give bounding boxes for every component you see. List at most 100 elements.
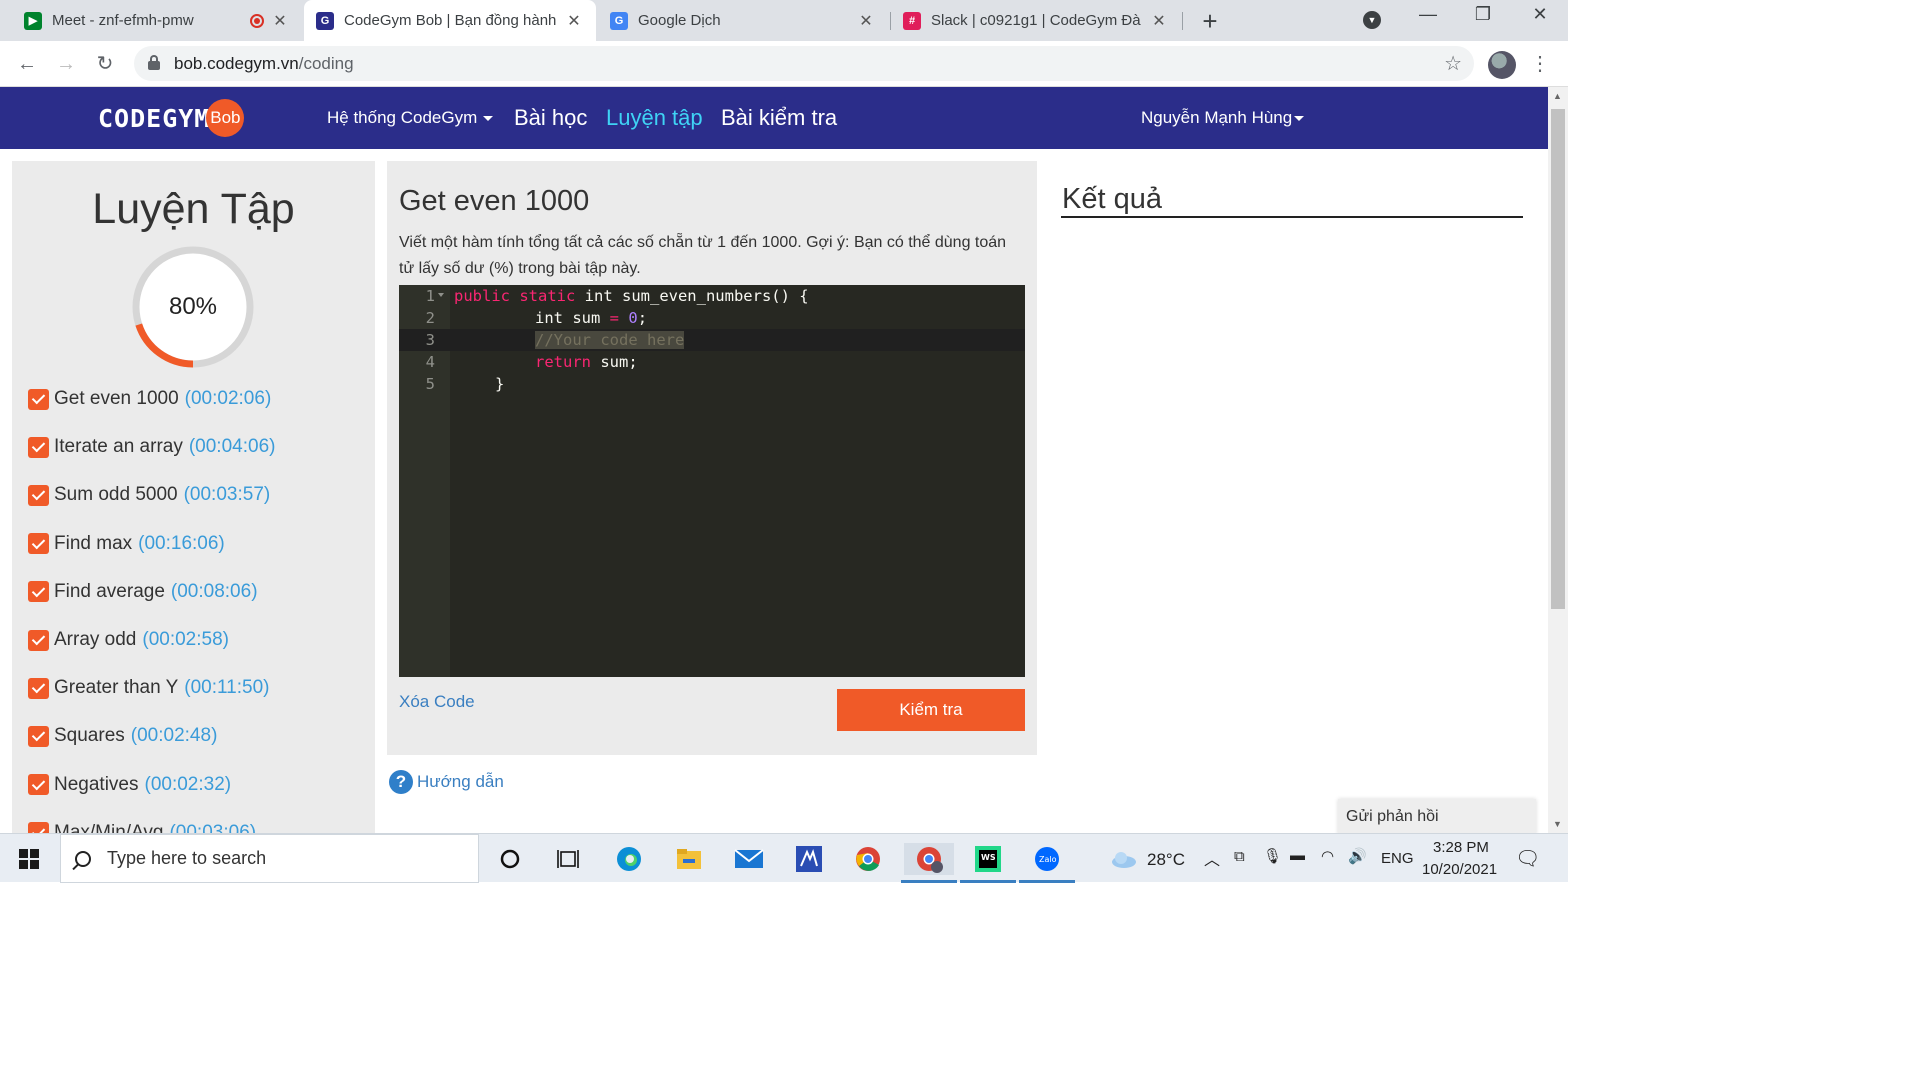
code-editor[interactable]: 1 public static int sum_even_numbers() {…: [399, 285, 1025, 677]
microphone-icon[interactable]: 🎙: [1263, 847, 1282, 865]
caret-down-icon: [1294, 115, 1305, 121]
tab-meet[interactable]: ▶ Meet - znf-efmh-pmw ✕: [12, 0, 302, 41]
exercise-time: (00:02:48): [130, 725, 218, 747]
webstorm-icon[interactable]: WS: [972, 843, 1004, 875]
exercise-item[interactable]: Iterate an array (00:04:06): [28, 423, 368, 471]
exercise-description: Viết một hàm tính tổng tất cả các số chẵ…: [399, 234, 1007, 277]
results-divider: [1061, 216, 1523, 218]
exercise-panel: Get even 1000 Viết một hàm tính tổng tất…: [387, 161, 1037, 755]
nav-lessons[interactable]: Bài học: [514, 87, 587, 149]
slack-icon: #: [903, 11, 921, 30]
site-navbar: CODEGYM Bob Hệ thống CodeGym Bài học Luy…: [0, 87, 1548, 149]
language-indicator[interactable]: ENG: [1381, 850, 1414, 867]
file-explorer-icon[interactable]: [673, 843, 705, 875]
chrome-icon[interactable]: [852, 843, 884, 875]
chrome-profile-icon[interactable]: [904, 843, 954, 875]
reload-icon[interactable]: ↻: [91, 50, 119, 78]
exercise-item[interactable]: Negatives (00:02:32): [28, 761, 368, 809]
exercise-name: Iterate an array: [54, 436, 183, 458]
exercise-item[interactable]: Squares (00:02:48): [28, 712, 368, 760]
exercise-name: Max/Min/Avg: [54, 821, 164, 833]
exercise-time: (00:02:06): [184, 388, 272, 410]
scrollbar-thumb[interactable]: [1551, 109, 1565, 609]
code-line-active[interactable]: 3 //Your code here: [399, 329, 1025, 351]
tab-google-translate[interactable]: G Google Dịch ✕: [598, 0, 888, 41]
exercise-title: Get even 1000: [399, 185, 590, 217]
windows-start-icon[interactable]: [19, 849, 39, 869]
restore-icon[interactable]: ❐: [1463, 4, 1503, 25]
weather-cloud-icon[interactable]: [1108, 843, 1140, 875]
exercise-name: Find max: [54, 532, 133, 554]
tab-search-icon[interactable]: ▼: [1363, 11, 1381, 29]
meet-tray-icon[interactable]: ⧉: [1234, 848, 1245, 865]
clock-date[interactable]: 10/20/2021: [1422, 861, 1497, 878]
exercise-item[interactable]: Find max (00:16:06): [28, 520, 368, 568]
check-button[interactable]: Kiểm tra: [837, 689, 1025, 731]
page-scrollbar[interactable]: ▲ ▼: [1548, 87, 1568, 833]
profile-avatar[interactable]: [1488, 51, 1516, 79]
close-icon[interactable]: ✕: [1149, 11, 1169, 31]
close-icon[interactable]: ✕: [564, 11, 584, 31]
battery-icon[interactable]: ▬: [1290, 847, 1305, 864]
nav-system-dropdown[interactable]: Hệ thống CodeGym: [327, 87, 494, 149]
minimize-icon[interactable]: —: [1408, 4, 1448, 25]
tab-separator: [1182, 12, 1183, 30]
exercise-item[interactable]: Array odd (00:02:58): [28, 616, 368, 664]
active-app-indicator: [901, 880, 957, 883]
tab-codegym[interactable]: G CodeGym Bob | Bạn đồng hành c ✕: [304, 0, 596, 41]
browser-menu-icon[interactable]: ⋮: [1530, 51, 1550, 76]
codegym-logo[interactable]: CODEGYM Bob: [98, 99, 245, 137]
browser-toolbar: ← → ↻ bob.codegym.vn/coding ☆ ⋮: [0, 41, 1568, 87]
zalo-icon[interactable]: Zalo: [1031, 843, 1063, 875]
bookmark-star-icon[interactable]: ☆: [1444, 51, 1462, 76]
taskbar-search-input[interactable]: Type here to search: [60, 834, 479, 883]
clear-code-link[interactable]: Xóa Code: [399, 692, 475, 712]
caret-down-icon: [483, 115, 494, 121]
notification-icon[interactable]: 🗨: [1515, 846, 1540, 871]
exercise-item[interactable]: Get even 1000 (00:02:06): [28, 375, 368, 423]
results-title: Kết quả: [1062, 183, 1162, 215]
window-close-icon[interactable]: ✕: [1520, 4, 1560, 25]
exercise-item[interactable]: Greater than Y (00:11:50): [28, 664, 368, 712]
cortana-icon[interactable]: [494, 843, 526, 875]
wifi-icon[interactable]: ◠: [1321, 847, 1334, 865]
code-line[interactable]: 4 return sum;: [399, 351, 1025, 373]
fold-arrow-icon[interactable]: [438, 293, 444, 297]
scroll-up-icon[interactable]: ▲: [1553, 91, 1562, 101]
tray-chevron-icon[interactable]: ︿: [1204, 846, 1220, 870]
task-view-icon[interactable]: [552, 843, 584, 875]
app-icon[interactable]: [793, 843, 825, 875]
clock-time[interactable]: 3:28 PM: [1433, 839, 1489, 856]
code-line[interactable]: 2 int sum = 0;: [399, 307, 1025, 329]
page-viewport: CODEGYM Bob Hệ thống CodeGym Bài học Luy…: [0, 87, 1548, 833]
url-text: bob.codegym.vn/coding: [174, 54, 354, 73]
checkbox-checked-icon: [28, 725, 49, 747]
tab-slack[interactable]: # Slack | c0921g1 | CodeGym Đà N ✕: [891, 0, 1181, 41]
close-icon[interactable]: ✕: [270, 11, 290, 31]
recording-icon: [250, 13, 264, 28]
back-icon[interactable]: ←: [13, 50, 41, 78]
nav-practice[interactable]: Luyện tập: [606, 87, 703, 149]
scroll-down-icon[interactable]: ▼: [1553, 819, 1562, 829]
mail-icon[interactable]: [733, 843, 765, 875]
nav-tests[interactable]: Bài kiểm tra: [721, 87, 837, 149]
exercise-item[interactable]: Find average (00:08:06): [28, 568, 368, 616]
exercise-item[interactable]: Max/Min/Avg (00:03:06): [28, 809, 368, 833]
user-menu[interactable]: Nguyễn Mạnh Hùng: [1141, 87, 1305, 149]
exercise-time: (00:08:06): [170, 580, 258, 602]
forward-icon[interactable]: →: [52, 50, 80, 78]
volume-icon[interactable]: 🔊: [1348, 847, 1367, 865]
code-line[interactable]: 1 public static int sum_even_numbers() {: [399, 285, 1025, 307]
edge-browser-icon[interactable]: [613, 843, 645, 875]
exercise-name: Sum odd 5000: [54, 484, 178, 506]
guide-link[interactable]: ? Hướng dẫn: [389, 770, 504, 794]
browser-tab-strip: ▶ Meet - znf-efmh-pmw ✕ G CodeGym Bob | …: [0, 0, 1568, 41]
checkbox-checked-icon: [28, 581, 49, 603]
address-bar[interactable]: bob.codegym.vn/coding ☆: [134, 46, 1474, 81]
running-app-indicator: [1019, 880, 1075, 883]
new-tab-icon[interactable]: +: [1196, 6, 1224, 37]
exercise-item[interactable]: Sum odd 5000 (00:03:57): [28, 471, 368, 519]
code-line[interactable]: 5 }: [399, 373, 1025, 395]
close-icon[interactable]: ✕: [856, 11, 876, 31]
feedback-button[interactable]: Gửi phản hồi: [1338, 799, 1536, 833]
